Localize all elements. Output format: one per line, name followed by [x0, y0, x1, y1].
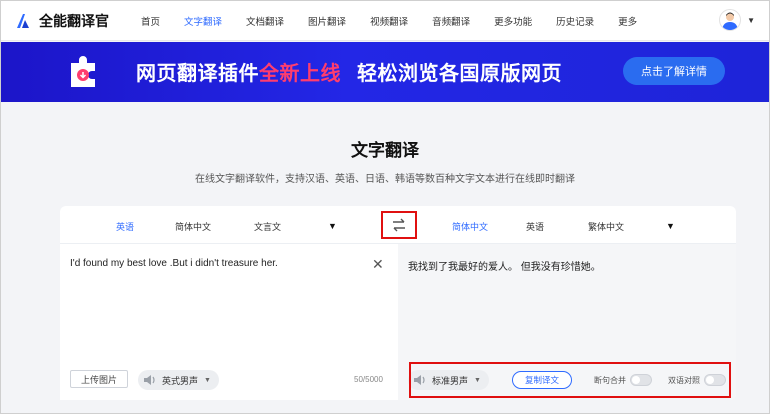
highlight-box: [409, 362, 731, 398]
top-navigation-bar: 全能翻译官 首页 文字翻译 文档翻译 图片翻译 视频翻译 音频翻译 更多功能 历…: [1, 1, 769, 41]
logo-icon: [17, 13, 29, 28]
nav-item-text-translate[interactable]: 文字翻译: [184, 14, 222, 28]
banner-headline: 网页翻译插件全新上线 轻松浏览各国原版网页: [136, 57, 562, 86]
swap-languages-button[interactable]: [381, 211, 417, 239]
nav-item-home[interactable]: 首页: [141, 14, 160, 28]
user-icon: [722, 12, 739, 30]
close-icon[interactable]: ✕: [372, 256, 384, 273]
nav-item-document-translate[interactable]: 文档翻译: [246, 14, 284, 28]
nav-item-audio-translate[interactable]: 音频翻译: [432, 14, 470, 28]
target-lang-english[interactable]: 英语: [526, 220, 544, 233]
nav-item-history[interactable]: 历史记录: [556, 14, 594, 28]
nav-item-more-features[interactable]: 更多功能: [494, 14, 532, 28]
app-name: 全能翻译官: [39, 12, 109, 29]
source-voice-select[interactable]: 英式男声 ▼: [138, 370, 219, 390]
translated-text: 我找到了我最好的爱人。 但我没有珍惜她。: [408, 262, 601, 273]
chevron-down-icon[interactable]: ▼: [747, 16, 755, 25]
nav-item-video-translate[interactable]: 视频翻译: [370, 14, 408, 28]
learn-more-button[interactable]: 点击了解详情: [623, 57, 725, 85]
source-text-input[interactable]: I'd found my best love .But i didn't tre…: [70, 258, 278, 269]
upload-image-button[interactable]: 上传图片: [70, 370, 128, 388]
source-pane[interactable]: I'd found my best love .But i didn't tre…: [60, 244, 398, 400]
nav-item-more[interactable]: 更多: [618, 14, 637, 28]
plugin-icon: [71, 56, 95, 87]
speaker-icon[interactable]: [142, 373, 156, 387]
source-voice-label: 英式男声: [162, 375, 199, 386]
app-logo[interactable]: 全能翻译官: [15, 11, 127, 31]
source-lang-simplified-chinese[interactable]: 简体中文: [175, 220, 211, 233]
chevron-down-icon: ▼: [204, 376, 211, 384]
swap-icon: [393, 218, 405, 232]
source-lang-classical-chinese[interactable]: 文言文: [254, 220, 281, 233]
avatar[interactable]: [719, 9, 742, 31]
page-title: 文字翻译: [351, 141, 419, 160]
banner-text-part2: 轻松浏览各国原版网页: [357, 63, 562, 85]
nav-item-image-translate[interactable]: 图片翻译: [308, 14, 346, 28]
target-lang-simplified-chinese[interactable]: 简体中文: [452, 220, 488, 233]
user-menu[interactable]: ▼: [719, 9, 755, 31]
page-subtitle: 在线文字翻译软件，支持汉语、英语、日语、韩语等数百种文字文本进行在线即时翻译: [195, 174, 575, 185]
language-bar: 英语 简体中文 文言文 ▼ 简体中文 英语 繁体中文 ▼: [60, 206, 736, 244]
banner-text-part1: 网页翻译插件: [136, 63, 259, 85]
target-lang-traditional-chinese[interactable]: 繁体中文: [588, 220, 624, 233]
source-lang-english[interactable]: 英语: [116, 220, 134, 233]
char-count: 50/5000: [354, 375, 383, 384]
main-nav: 首页 文字翻译 文档翻译 图片翻译 视频翻译 音频翻译 更多功能 历史记录 更多: [141, 14, 661, 28]
banner-text-highlight: 全新上线: [259, 63, 341, 85]
promo-banner[interactable]: 网页翻译插件全新上线 轻松浏览各国原版网页 点击了解详情: [1, 42, 769, 102]
source-lang-dropdown-icon[interactable]: ▼: [328, 221, 337, 231]
target-lang-dropdown-icon[interactable]: ▼: [666, 221, 675, 231]
